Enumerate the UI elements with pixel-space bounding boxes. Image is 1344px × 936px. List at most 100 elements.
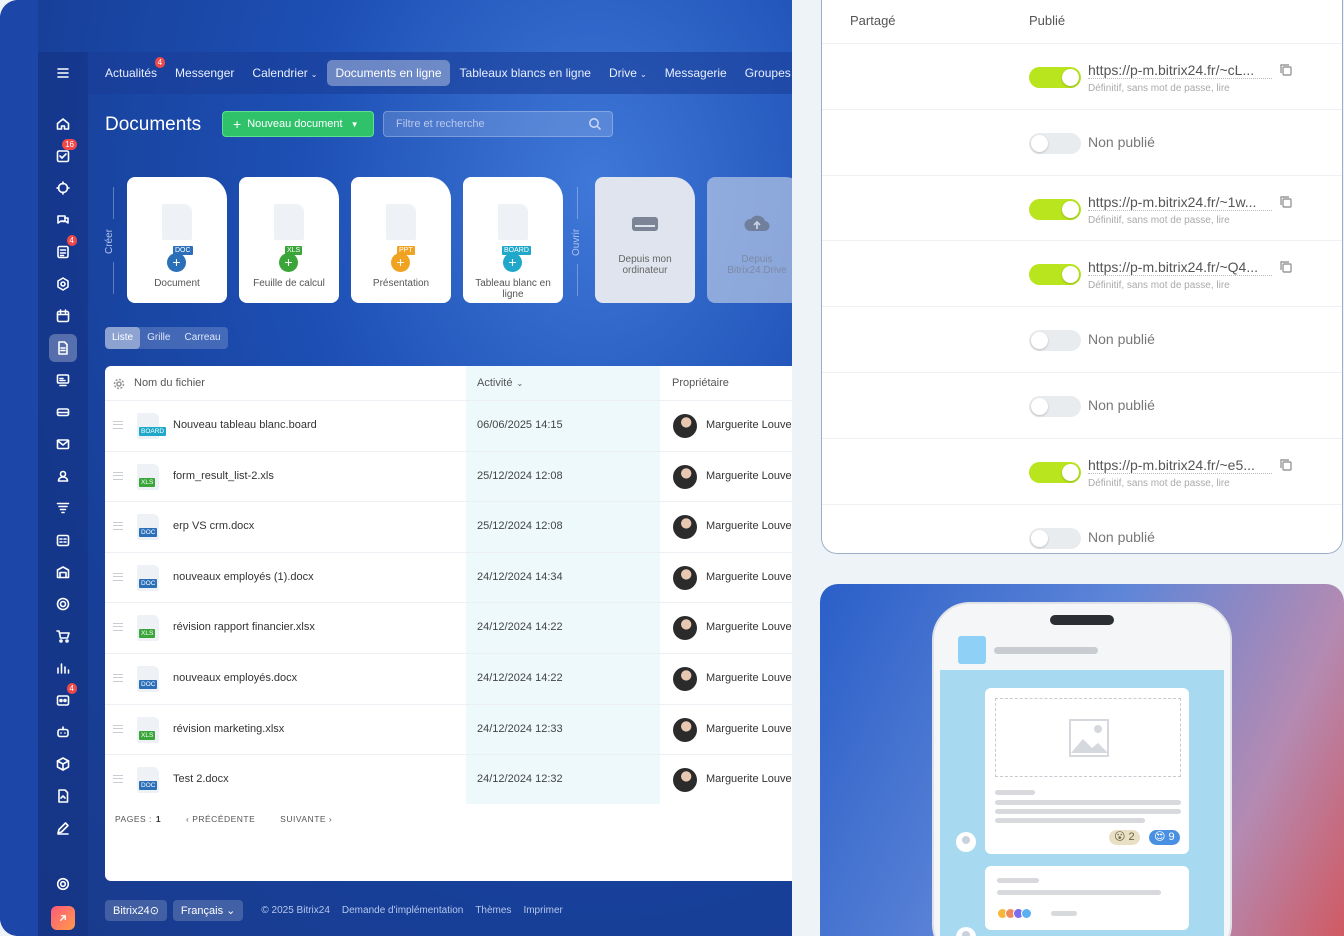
robot-icon[interactable] bbox=[49, 718, 77, 746]
table-row[interactable]: DOC nouveaux employés (1).docx 24/12/2024 … bbox=[105, 551, 792, 603]
view-tab-tile[interactable]: Carreau bbox=[177, 327, 227, 349]
public-link[interactable]: https://p-m.bitrix24.fr/~cL... bbox=[1088, 62, 1272, 79]
create-document-card[interactable]: DOC + Document bbox=[127, 177, 227, 303]
search-icon[interactable] bbox=[588, 117, 602, 131]
create-presentation-card[interactable]: PPT + Présentation bbox=[351, 177, 451, 303]
publish-toggle[interactable] bbox=[1029, 330, 1081, 352]
whiteboard-icon[interactable] bbox=[49, 366, 77, 394]
automation-icon[interactable]: 4 bbox=[49, 683, 77, 714]
cart-icon[interactable] bbox=[49, 622, 77, 650]
collab-icon[interactable] bbox=[49, 174, 77, 202]
next-page-button[interactable]: SUIVANTE › bbox=[280, 814, 332, 824]
file-name[interactable]: révision rapport financier.xlsx bbox=[173, 621, 315, 633]
new-document-button[interactable]: + Nouveau document ▼ bbox=[222, 111, 374, 137]
owner-name[interactable]: Marguerite Louve bbox=[706, 419, 792, 431]
chat-icon[interactable] bbox=[49, 206, 77, 234]
brand-button[interactable]: Bitrix24⊙ bbox=[105, 900, 167, 921]
copy-icon[interactable] bbox=[1279, 195, 1293, 209]
owner-name[interactable]: Marguerite Louve bbox=[706, 571, 792, 583]
reaction-love[interactable]: 😍 9 bbox=[1149, 830, 1180, 845]
analytics-icon[interactable] bbox=[49, 654, 77, 682]
column-header-activity[interactable]: Activité ⌄ bbox=[477, 366, 523, 400]
cube-icon[interactable] bbox=[49, 750, 77, 778]
language-select[interactable]: Français ⌄ bbox=[172, 900, 244, 921]
bitrix-logo-icon[interactable] bbox=[51, 906, 75, 930]
home-icon[interactable] bbox=[49, 110, 77, 138]
inventory-icon[interactable] bbox=[49, 558, 77, 586]
file-name[interactable]: erp VS crm.docx bbox=[173, 520, 254, 532]
file-name[interactable]: Nouveau tableau blanc.board bbox=[173, 419, 317, 431]
drag-handle-icon[interactable] bbox=[113, 623, 123, 632]
search-input[interactable] bbox=[384, 112, 574, 136]
nav-messagerie[interactable]: Messagerie bbox=[665, 61, 727, 85]
file-name[interactable]: nouveaux employés.docx bbox=[173, 672, 297, 684]
nav-groupes[interactable]: Groupes bbox=[745, 61, 791, 85]
nav-messenger[interactable]: Messenger bbox=[175, 61, 234, 85]
calendar-icon[interactable] bbox=[49, 302, 77, 330]
file-name[interactable]: form_result_list-2.xls bbox=[173, 470, 274, 482]
owner-name[interactable]: Marguerite Louve bbox=[706, 621, 792, 633]
publish-toggle[interactable] bbox=[1029, 264, 1081, 286]
drag-handle-icon[interactable] bbox=[113, 775, 123, 784]
file-name[interactable]: nouveaux employés (1).docx bbox=[173, 571, 314, 583]
owner-name[interactable]: Marguerite Louve bbox=[706, 773, 792, 785]
copy-icon[interactable] bbox=[1279, 458, 1293, 472]
tasks-icon[interactable]: 16 bbox=[49, 139, 77, 170]
view-tab-grid[interactable]: Grille bbox=[140, 327, 177, 349]
feed-icon[interactable]: 4 bbox=[49, 235, 77, 266]
view-tab-list[interactable]: Liste bbox=[105, 327, 141, 349]
drag-handle-icon[interactable] bbox=[113, 522, 123, 531]
print-link[interactable]: Imprimer bbox=[523, 905, 562, 916]
drag-handle-icon[interactable] bbox=[113, 674, 123, 682]
publish-toggle[interactable] bbox=[1029, 198, 1081, 220]
drag-handle-icon[interactable] bbox=[113, 421, 123, 429]
drag-handle-icon[interactable] bbox=[113, 724, 123, 733]
documents-icon[interactable] bbox=[49, 334, 77, 362]
groups-icon[interactable] bbox=[49, 462, 77, 490]
public-link[interactable]: https://p-m.bitrix24.fr/~e5... bbox=[1088, 457, 1272, 474]
nav-calendrier[interactable]: Calendrier ⌄ bbox=[252, 61, 317, 85]
drive-icon[interactable] bbox=[49, 398, 77, 426]
settings-icon[interactable] bbox=[49, 870, 77, 898]
previous-page-button[interactable]: ‹ PRÉCÉDENTE bbox=[186, 814, 255, 824]
column-header-name[interactable]: Nom du fichier bbox=[134, 366, 205, 400]
owner-name[interactable]: Marguerite Louve bbox=[706, 470, 792, 482]
publish-toggle[interactable] bbox=[1029, 461, 1081, 483]
file-name[interactable]: révision marketing.xlsx bbox=[173, 723, 284, 735]
create-spreadsheet-card[interactable]: XLS + Feuille de calcul bbox=[239, 177, 339, 303]
file-name[interactable]: Test 2.docx bbox=[173, 773, 229, 785]
owner-name[interactable]: Marguerite Louve bbox=[706, 723, 792, 735]
owner-name[interactable]: Marguerite Louve bbox=[706, 672, 792, 684]
reaction-surprised[interactable]: 😮 2 bbox=[1109, 830, 1140, 845]
open-from-drive-card[interactable]: Depuis Bitrix24.Drive bbox=[707, 177, 792, 303]
copy-icon[interactable] bbox=[1279, 260, 1293, 274]
page-number[interactable]: 1 bbox=[156, 814, 161, 824]
gear-icon[interactable] bbox=[113, 377, 125, 390]
publish-toggle[interactable] bbox=[1029, 527, 1081, 549]
marketing-icon[interactable] bbox=[49, 590, 77, 618]
table-row[interactable]: DOC nouveaux employés.docx 24/12/2024 14:2… bbox=[105, 653, 792, 704]
create-whiteboard-card[interactable]: BOARD + Tableau blanc en ligne bbox=[463, 177, 563, 303]
sign-doc-icon[interactable] bbox=[49, 782, 77, 810]
funnel-icon[interactable] bbox=[49, 494, 77, 522]
table-row[interactable]: XLS révision rapport financier.xlsx 24/12/… bbox=[105, 602, 792, 653]
publish-toggle[interactable] bbox=[1029, 67, 1081, 88]
nav-tableaux[interactable]: Tableaux blancs en ligne bbox=[460, 61, 591, 85]
drag-handle-icon[interactable] bbox=[113, 572, 123, 581]
table-row[interactable]: XLS révision marketing.xlsx 24/12/2024 12:… bbox=[105, 703, 792, 755]
open-from-computer-card[interactable]: Depuis mon ordinateur bbox=[595, 177, 695, 303]
publish-toggle[interactable] bbox=[1029, 132, 1081, 154]
table-row[interactable]: DOC erp VS crm.docx 25/12/2024 12:08 Margue… bbox=[105, 501, 792, 552]
themes-link[interactable]: Thèmes bbox=[475, 905, 511, 916]
nav-documents[interactable]: Documents en ligne bbox=[327, 60, 450, 86]
column-header-owner[interactable]: Propriétaire bbox=[672, 366, 729, 400]
table-row[interactable]: DOC Test 2.docx 24/12/2024 12:32 Marguerite… bbox=[105, 754, 792, 805]
drag-handle-icon[interactable] bbox=[113, 471, 123, 480]
mail-icon[interactable] bbox=[49, 430, 77, 458]
owner-name[interactable]: Marguerite Louve bbox=[706, 520, 792, 532]
booking-icon[interactable] bbox=[49, 526, 77, 554]
nav-drive[interactable]: Drive ⌄ bbox=[609, 61, 647, 85]
table-row[interactable]: BOARD Nouveau tableau blanc.board 06/06/20… bbox=[105, 400, 792, 451]
public-link[interactable]: https://p-m.bitrix24.fr/~1w... bbox=[1088, 194, 1272, 211]
copy-icon[interactable] bbox=[1279, 63, 1293, 77]
